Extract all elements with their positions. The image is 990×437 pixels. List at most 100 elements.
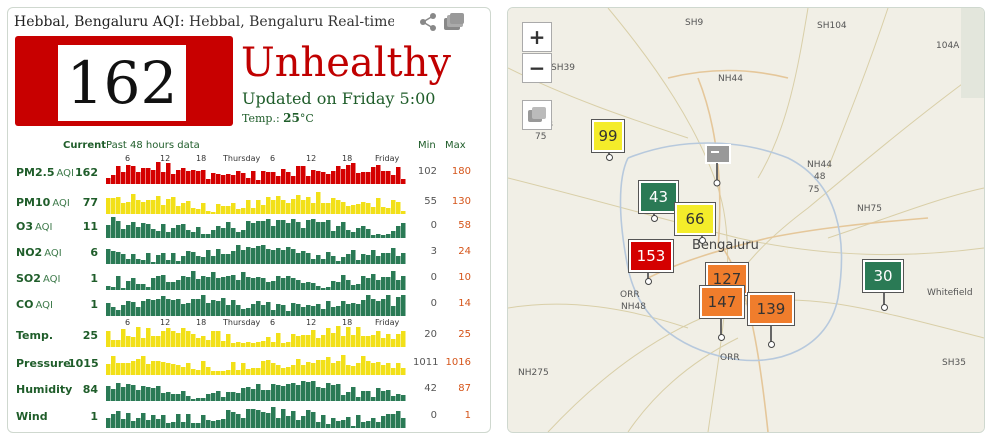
spark-bar — [321, 360, 326, 375]
spark-bar — [116, 310, 121, 316]
spark-bar — [246, 342, 251, 347]
row-label: PM10 AQI — [16, 196, 70, 209]
spark-bar — [146, 387, 151, 401]
spark-bar — [166, 363, 171, 375]
spark-bar — [351, 205, 356, 214]
aqi-map[interactable]: SH9 SH104 104A SH39 NH44 NH48 75 NH44 48 75 NH75 Wh… — [507, 7, 985, 433]
row-min-value: 42 — [424, 383, 437, 394]
spark-bar — [111, 251, 116, 264]
spark-bar — [276, 333, 281, 347]
spark-bar — [376, 280, 381, 290]
spark-bar — [371, 335, 376, 347]
spark-bar — [236, 209, 241, 214]
spark-bar — [366, 336, 371, 347]
spark-bar — [181, 328, 186, 347]
spark-bar — [301, 381, 306, 401]
spark-bar — [201, 398, 206, 401]
spark-bar — [391, 339, 396, 347]
row-label: Pressure — [16, 357, 71, 370]
zoom-in-button[interactable]: + — [522, 22, 552, 52]
spark-bar — [241, 309, 246, 316]
station-marker-icon[interactable] — [704, 143, 734, 193]
spark-bar — [176, 414, 181, 428]
station-aqi: 139 — [748, 293, 794, 325]
spark-bar — [296, 336, 301, 347]
spark-bar — [266, 413, 271, 428]
spark-bar — [191, 334, 196, 347]
share-icon[interactable] — [416, 12, 440, 32]
spark-bar — [246, 387, 251, 401]
spark-bar — [166, 282, 171, 290]
row-name: SO2 — [16, 272, 41, 285]
spark-bar — [121, 229, 126, 238]
spark-bar — [301, 335, 306, 347]
spark-bar — [201, 257, 206, 264]
spark-bar — [296, 420, 301, 428]
spark-bar — [306, 382, 311, 401]
spark-bar — [131, 166, 136, 184]
map-label: 75 — [808, 185, 820, 195]
zoom-out-button[interactable]: − — [522, 53, 552, 83]
spark-bar — [376, 331, 381, 347]
map-label: SH9 — [685, 18, 704, 28]
updated-time: Updated on Friday 5:00 — [242, 89, 436, 108]
spark-bar — [286, 203, 291, 214]
spark-bar — [286, 342, 291, 347]
spark-bar — [211, 230, 216, 238]
spark-bar — [401, 295, 406, 316]
spark-bar — [381, 416, 386, 428]
spark-bar — [121, 305, 126, 316]
spark-bar — [381, 338, 386, 347]
spark-bar — [221, 254, 226, 264]
spark-bar — [316, 360, 321, 375]
spark-bar — [371, 363, 376, 375]
spark-bar — [366, 391, 371, 401]
spark-bar — [226, 276, 231, 290]
spark-bar — [226, 174, 231, 184]
spark-bar — [361, 254, 366, 264]
spark-bar — [386, 414, 391, 428]
spark-bar — [276, 365, 281, 375]
spark-bar — [361, 202, 366, 214]
spark-bar — [121, 419, 126, 428]
spark-bar — [346, 254, 351, 264]
spark-bar — [316, 422, 321, 428]
spark-bar — [281, 220, 286, 238]
spark-bar — [201, 170, 206, 184]
spark-bar — [226, 370, 231, 375]
spark-bar — [276, 418, 281, 428]
spark-bar — [201, 336, 206, 347]
spark-bar — [196, 370, 201, 375]
spark-bar — [186, 277, 191, 290]
spark-bar — [356, 260, 361, 264]
spark-bar — [276, 176, 281, 184]
spark-bar — [386, 334, 391, 347]
spark-bar — [246, 277, 251, 290]
spark-bar — [156, 299, 161, 316]
station-aqi: 43 — [639, 181, 678, 213]
spark-bar — [326, 220, 331, 238]
spark-bar — [181, 203, 186, 214]
spark-bar — [126, 363, 131, 375]
spark-bar — [246, 200, 251, 214]
aqi-widget: Hebbal, Bengaluru AQI: Hebbal, Bengaluru… — [7, 7, 491, 433]
spark-bar — [171, 331, 176, 347]
spark-bar — [216, 391, 221, 401]
row-label: O3 AQI — [16, 220, 53, 233]
spark-bar — [331, 198, 336, 214]
spark-bar — [391, 396, 396, 401]
spark-bar — [196, 171, 201, 184]
map-cards-button[interactable] — [522, 100, 552, 130]
spark-bar — [236, 305, 241, 316]
spark-bar — [196, 227, 201, 238]
spark-bar — [241, 388, 246, 401]
spark-bar — [281, 278, 286, 290]
spark-bar — [141, 284, 146, 290]
row-min-value: 55 — [424, 196, 437, 207]
spark-bar — [116, 411, 121, 428]
spark-bar — [371, 418, 376, 428]
spark-bar — [261, 361, 266, 375]
spark-bar — [256, 246, 261, 264]
cards-icon[interactable] — [442, 12, 466, 32]
spark-bar — [111, 217, 116, 238]
